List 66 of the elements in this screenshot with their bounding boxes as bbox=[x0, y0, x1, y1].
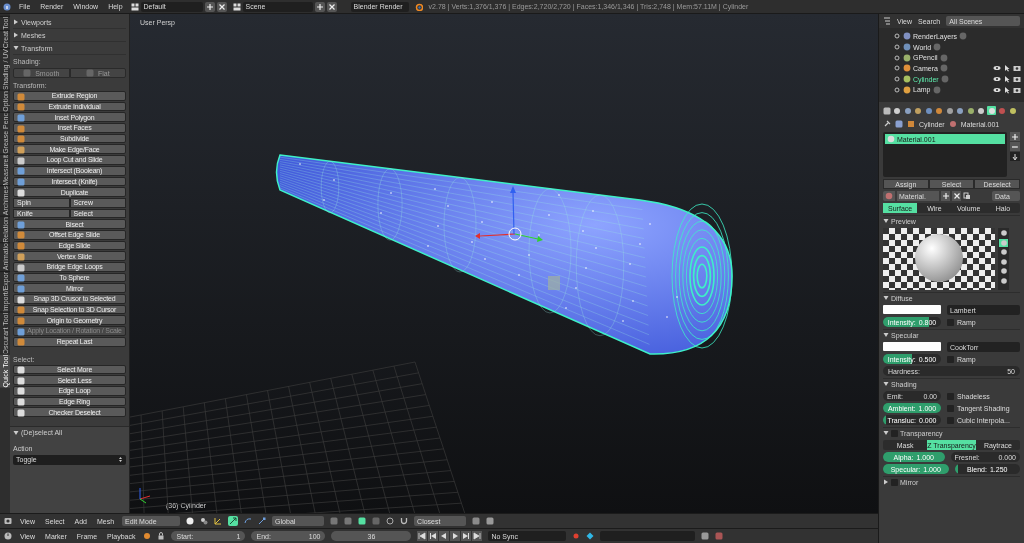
properties-tab[interactable] bbox=[1008, 106, 1017, 115]
eye-icon bbox=[993, 64, 1001, 73]
plus-icon bbox=[941, 192, 950, 200]
close-icon bbox=[327, 2, 336, 11]
jump-end-icon bbox=[473, 532, 482, 540]
transform-manipulator-drawing[interactable] bbox=[475, 186, 543, 242]
data-icon bbox=[958, 32, 967, 41]
properties-tab[interactable] bbox=[934, 106, 944, 115]
outliner-display-icon bbox=[883, 17, 891, 25]
plus-icon bbox=[315, 2, 324, 11]
material-sphere-icon bbox=[885, 192, 893, 200]
properties-tab[interactable] bbox=[903, 106, 912, 115]
color-swatch[interactable] bbox=[883, 305, 941, 314]
plus-icon bbox=[205, 2, 214, 11]
properties-tab[interactable] bbox=[924, 106, 933, 115]
close-icon bbox=[952, 192, 961, 200]
scale-icon bbox=[258, 517, 267, 525]
proportional-icon bbox=[386, 517, 395, 525]
properties-tab[interactable] bbox=[966, 106, 975, 115]
layout-icon bbox=[232, 2, 241, 11]
expanded-arrow-icon bbox=[13, 429, 19, 436]
properties-tab[interactable] bbox=[955, 106, 965, 115]
checkbox[interactable] bbox=[947, 318, 954, 326]
editor-type-icon bbox=[4, 532, 12, 540]
editor-type-icon bbox=[4, 517, 12, 525]
play-reverse-icon bbox=[440, 532, 449, 540]
next-key-icon bbox=[462, 532, 471, 540]
material-icon bbox=[948, 120, 957, 128]
plus-icon bbox=[1011, 132, 1019, 141]
manipulator-toggle-icon bbox=[214, 517, 223, 525]
properties-tab[interactable] bbox=[913, 106, 923, 115]
checkbox[interactable] bbox=[891, 478, 898, 486]
camera-icon bbox=[1013, 64, 1021, 73]
pin-icon bbox=[883, 120, 891, 128]
link-icon bbox=[963, 192, 971, 200]
jump-start-icon bbox=[418, 532, 427, 540]
preview-sphere-icon bbox=[999, 238, 1008, 247]
updown-arrow-icon bbox=[118, 456, 123, 464]
keying-set-icon bbox=[586, 532, 595, 540]
blender-logo-icon bbox=[414, 2, 423, 11]
magnet-icon bbox=[400, 517, 409, 525]
pivot-icon bbox=[200, 517, 209, 525]
play-icon bbox=[451, 532, 460, 540]
layout-icon bbox=[130, 2, 139, 11]
material-sphere-icon bbox=[887, 135, 895, 143]
checkbox[interactable] bbox=[947, 416, 954, 424]
checkbox[interactable] bbox=[947, 392, 954, 400]
properties-tab[interactable] bbox=[976, 106, 986, 115]
previous-key-icon bbox=[429, 532, 438, 540]
record-icon bbox=[572, 532, 581, 540]
color-swatch[interactable] bbox=[883, 342, 941, 351]
cube-icon bbox=[907, 120, 915, 128]
rotate-icon bbox=[244, 517, 253, 525]
axis-icon bbox=[139, 487, 151, 504]
info-icon bbox=[3, 2, 11, 11]
lock-icon bbox=[157, 532, 166, 540]
translate-icon bbox=[229, 517, 238, 525]
checkbox[interactable] bbox=[947, 355, 954, 363]
properties-tab[interactable] bbox=[945, 106, 954, 115]
close-icon bbox=[217, 2, 226, 11]
editor-type-icon bbox=[883, 106, 891, 115]
properties-tab[interactable] bbox=[892, 106, 902, 115]
checkbox[interactable] bbox=[947, 404, 954, 412]
down-arrow-icon bbox=[1011, 152, 1019, 161]
checkbox[interactable] bbox=[891, 429, 898, 437]
viewport-shading-icon bbox=[186, 517, 195, 525]
